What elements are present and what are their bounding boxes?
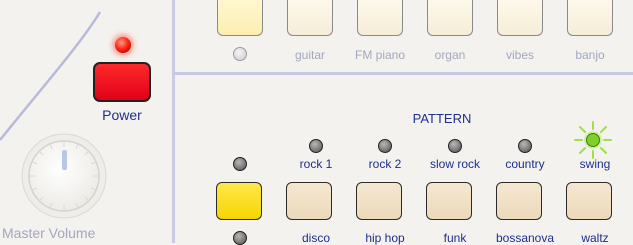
pattern-button-swing-waltz[interactable] [566, 182, 612, 220]
pattern-led-rock-2 [378, 139, 392, 153]
pattern-led-rock-1 [309, 139, 323, 153]
master-volume-knob[interactable] [18, 130, 110, 222]
pattern-button-rock-2-hip-hop[interactable] [356, 182, 402, 220]
pattern-button-country-bossanova[interactable] [496, 182, 542, 220]
instrument-button-vibes[interactable] [497, 0, 543, 36]
pattern-button-slow-rock-funk[interactable] [426, 182, 472, 220]
instrument-indicator-led [233, 47, 247, 61]
instrument-label-banjo: banjo [575, 48, 605, 62]
pattern-label-slow-rock: slow rock [429, 157, 480, 171]
pattern-label-rock-2: rock 2 [368, 157, 402, 171]
power-label: Power [102, 107, 142, 123]
instrument-button-selected[interactable] [217, 0, 263, 36]
pattern-label-swing: swing [579, 157, 611, 171]
instrument-label-guitar: guitar [294, 48, 326, 62]
instrument-label-fm-piano: FM piano [354, 48, 406, 62]
master-volume-label: Master Volume [2, 225, 96, 241]
pattern-toggle-button[interactable] [216, 182, 262, 220]
power-led-icon [115, 37, 131, 53]
pattern-led-country [518, 139, 532, 153]
panel-divider-vertical [172, 0, 175, 243]
pattern-button-rock-1-disco[interactable] [286, 182, 332, 220]
pattern-led-slow-rock [448, 139, 462, 153]
panel-divider-horizontal [172, 72, 633, 75]
instrument-button-fm-piano[interactable] [357, 0, 403, 36]
pattern-label-rock-1: rock 1 [299, 157, 333, 171]
pattern-label-country: country [505, 157, 545, 171]
instrument-button-organ[interactable] [427, 0, 473, 36]
instrument-label-organ: organ [434, 48, 466, 62]
pattern-led-swing-active-icon [574, 121, 612, 159]
instrument-button-banjo[interactable] [567, 0, 613, 36]
instrument-button-guitar[interactable] [287, 0, 333, 36]
pattern-title: PATTERN [412, 111, 472, 126]
instrument-label-vibes: vibes [505, 48, 534, 62]
pattern-indicator-led [233, 157, 247, 171]
power-button[interactable] [93, 62, 151, 102]
